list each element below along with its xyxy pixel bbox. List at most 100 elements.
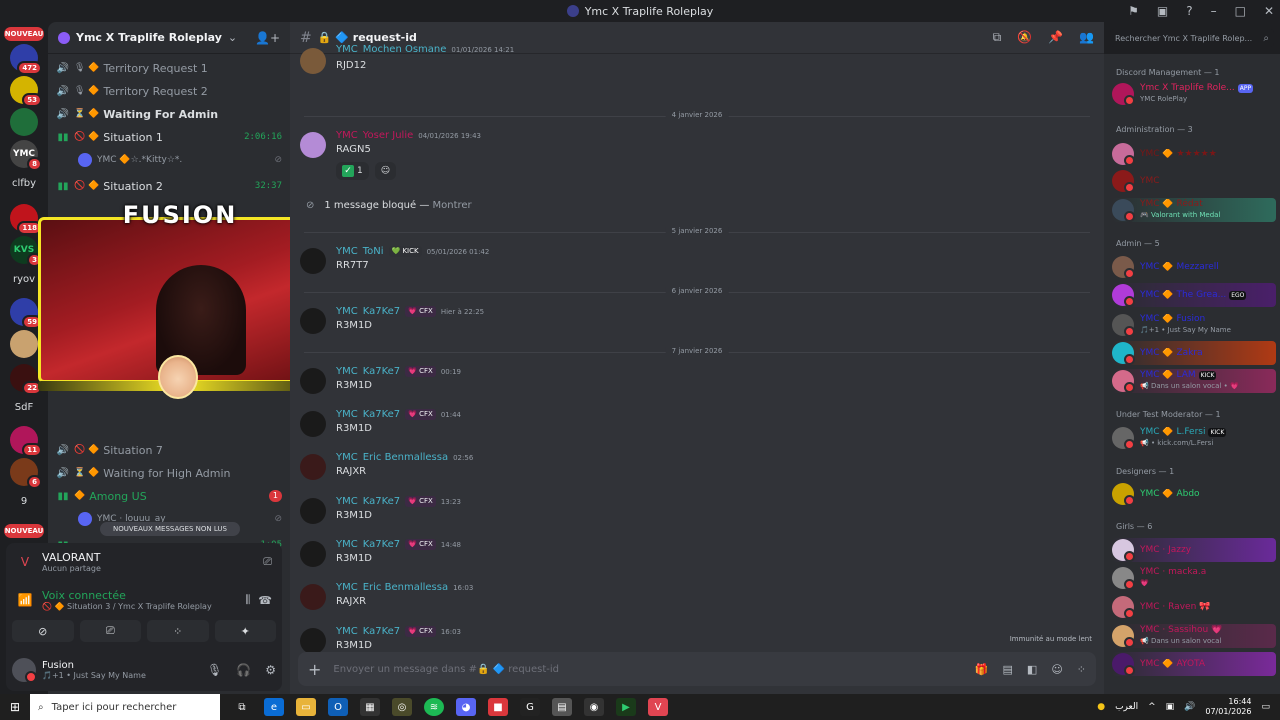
logitech-icon[interactable]: G xyxy=(520,698,540,716)
app-red-icon[interactable]: ■ xyxy=(488,698,508,716)
gear-icon[interactable]: ⚙ xyxy=(265,663,276,677)
server-label-clfby[interactable]: clfby xyxy=(4,178,44,189)
gif-icon[interactable]: ▤ xyxy=(1003,663,1013,676)
network-icon[interactable]: ▣ xyxy=(1166,702,1175,712)
soundboard-button[interactable]: ✦ xyxy=(214,620,276,642)
server-icon-3[interactable] xyxy=(10,108,38,136)
taskbar-search[interactable]: ⌕ Taper ici pour rechercher xyxy=(30,694,220,720)
explorer-icon[interactable]: ▭ xyxy=(296,698,316,716)
member-item[interactable]: YMC · macka.a 💗 xyxy=(1112,566,1276,590)
activities-button[interactable]: ⁘ xyxy=(147,620,209,642)
member-item[interactable]: YMC · Sassihou 💗 📢 Dans un salon vocal xyxy=(1112,624,1276,648)
new-messages-pill[interactable]: NOUVEAUX MESSAGES NON LUS xyxy=(100,522,240,536)
member-item[interactable]: YMC 🔶 LAM KICK 📢 Dans un salon vocal • 💗 xyxy=(1112,369,1276,393)
channel-territory-2[interactable]: 🔊 🎙 🔶 Territory Request 2 xyxy=(56,81,282,101)
avatar[interactable] xyxy=(12,658,37,683)
server-icon-13[interactable]: 11 xyxy=(10,426,42,457)
language-indicator[interactable]: العرب xyxy=(1115,702,1138,712)
disconnect-icon[interactable]: ☎ xyxy=(258,594,272,607)
maximize-button[interactable]: □ xyxy=(1235,4,1246,18)
threads-icon[interactable]: ⧉ xyxy=(993,30,1002,45)
store-icon[interactable]: ▦ xyxy=(360,698,380,716)
member-item[interactable]: YMC 🔶 Zakra xyxy=(1112,341,1276,365)
member-item[interactable]: YMC 🔶 L.Fersi KICK 📢 • kick.com/L.Fersi xyxy=(1112,426,1276,450)
minimize-button[interactable]: – xyxy=(1211,4,1217,18)
voice-channel[interactable]: 🚫 🔶 Situation 3 / Ymc X Traplife Rolepla… xyxy=(42,602,212,611)
search-input[interactable]: Rechercher Ymc X Traplife Rolep... ⌕ xyxy=(1110,29,1274,47)
emoji-icon[interactable]: ☺ xyxy=(1051,663,1062,676)
obs-icon[interactable]: ◉ xyxy=(584,698,604,716)
reaction-check[interactable]: ✓ 1 xyxy=(336,162,369,180)
channel-situation-7[interactable]: 🔊 🚫 🔶 Situation 7 xyxy=(56,440,282,460)
apps-icon[interactable]: ⁘ xyxy=(1077,663,1086,676)
member-item[interactable]: YMC · Raven 🎀 xyxy=(1112,595,1276,619)
member-item[interactable]: YMC 🔶 Mezzarell xyxy=(1112,255,1276,279)
noise-icon[interactable]: ⫼ xyxy=(245,593,250,607)
server-label-9[interactable]: 9 xyxy=(4,496,44,507)
server-icon-6[interactable]: 118 xyxy=(10,204,42,235)
member-item[interactable]: YMC · Jazzy xyxy=(1112,538,1276,562)
windows-start-icon[interactable]: ⊞ xyxy=(0,700,30,714)
guild-header[interactable]: Ymc X Traplife Roleplay ⌄ 👤+ xyxy=(48,22,290,54)
help-icon[interactable]: ? xyxy=(1186,4,1192,18)
channel-territory-1[interactable]: 🔊 🎙 🔶 Territory Request 1 xyxy=(56,58,282,78)
server-icon-11[interactable]: 22 xyxy=(10,364,42,395)
server-icon-2[interactable]: 53 xyxy=(10,76,42,107)
server-icon-10[interactable] xyxy=(10,330,38,358)
headphones-icon[interactable]: 🎧 xyxy=(236,663,251,677)
valorant-icon[interactable]: V xyxy=(648,698,668,716)
voice-status[interactable]: Voix connectée xyxy=(42,589,212,602)
outlook-icon[interactable]: O xyxy=(328,698,348,716)
avatar xyxy=(1112,596,1135,619)
voice-member[interactable]: YMC 🔶☆.*Kitty☆*. ⊘ xyxy=(78,151,282,169)
app-gray-icon[interactable]: ▤ xyxy=(552,698,572,716)
sticker-icon[interactable]: ◧ xyxy=(1027,663,1037,676)
pin-icon[interactable]: 📌 xyxy=(1048,30,1063,45)
server-icon-ymc[interactable]: YMC 8 xyxy=(10,140,42,171)
add-reaction-button[interactable]: ☺ xyxy=(374,162,397,180)
channel-situation-2[interactable]: ▮▮ 🚫 🔶 Situation 2 32:37 xyxy=(56,176,282,196)
app-icon[interactable]: ◎ xyxy=(392,698,412,716)
weather-icon[interactable]: ● xyxy=(1097,702,1105,712)
volume-icon[interactable]: 🔊 xyxy=(1184,702,1195,712)
plus-icon[interactable]: + xyxy=(308,660,321,679)
show-blocked-link[interactable]: Montrer xyxy=(433,200,472,211)
server-icon-9[interactable]: 59 xyxy=(10,298,42,329)
member-item[interactable]: YMC 🔶 The Grea... EGO xyxy=(1112,283,1276,307)
server-icon-kvs[interactable]: KVS 3 xyxy=(10,236,42,267)
mic-icon[interactable]: 🎙 xyxy=(207,663,222,677)
channel-waiting-high-admin[interactable]: 🔊 ⏳ 🔶 Waiting for High Admin xyxy=(56,463,282,483)
close-button[interactable]: ✕ xyxy=(1264,4,1274,18)
member-item[interactable]: YMC 🔶 Rédat 🎮 Valorant with Medal xyxy=(1112,198,1276,222)
server-icon-14[interactable]: 6 xyxy=(10,458,42,489)
message-input[interactable]: Envoyer un message dans #🔒 🔷 request-id xyxy=(333,664,962,675)
share-screen-icon[interactable]: ⎚ xyxy=(263,555,272,569)
channel-waiting-admin[interactable]: 🔊 ⏳ 🔶 Waiting For Admin xyxy=(56,104,282,124)
server-icon-1[interactable]: 472 xyxy=(10,44,42,75)
edge-icon[interactable]: e xyxy=(264,698,284,716)
screen-icon[interactable]: ▣ xyxy=(1157,4,1168,18)
clock[interactable]: 16:44 07/01/2026 xyxy=(1205,697,1251,717)
channel-among-us[interactable]: ▮▮ 🔶 Among US 1 xyxy=(56,486,282,506)
discord-icon[interactable]: ◕ xyxy=(456,698,476,716)
channel-situation-1[interactable]: ▮▮ 🚫 🔶 Situation 1 2:06:16 xyxy=(56,127,282,147)
gift-icon[interactable]: 🎁 xyxy=(975,663,989,676)
member-item[interactable]: YMC 🔶 AYOTA xyxy=(1112,652,1276,676)
mute-icon[interactable]: 🔕 xyxy=(1017,30,1032,45)
notifications-icon[interactable]: ▭ xyxy=(1261,702,1270,712)
inbox-icon[interactable]: ⚑ xyxy=(1128,4,1139,18)
spotify-icon[interactable]: ≋ xyxy=(424,698,444,716)
member-item[interactable]: YMC 🔶 ★★★★★ xyxy=(1112,142,1276,166)
screen-share-button[interactable]: ⎚ xyxy=(79,620,141,642)
member-item[interactable]: Ymc X Traplife Role... APP YMC RolePlay xyxy=(1112,82,1276,106)
members-icon[interactable]: 👥 xyxy=(1079,30,1094,45)
camera-off-button[interactable]: ⊘ xyxy=(12,620,74,642)
avatar xyxy=(300,498,326,524)
app-green-icon[interactable]: ▶ xyxy=(616,698,636,716)
invite-icon[interactable]: 👤+ xyxy=(255,31,280,45)
member-item[interactable]: YMC 🔶 Fusion 🎵+1 • Just Say My Name xyxy=(1112,313,1276,337)
member-item[interactable]: YMC 🔶 Abdo xyxy=(1112,482,1276,506)
task-view-icon[interactable]: ⧉ xyxy=(232,698,252,716)
member-item[interactable]: YMC xyxy=(1112,169,1276,193)
chevron-up-icon[interactable]: ^ xyxy=(1148,702,1156,712)
